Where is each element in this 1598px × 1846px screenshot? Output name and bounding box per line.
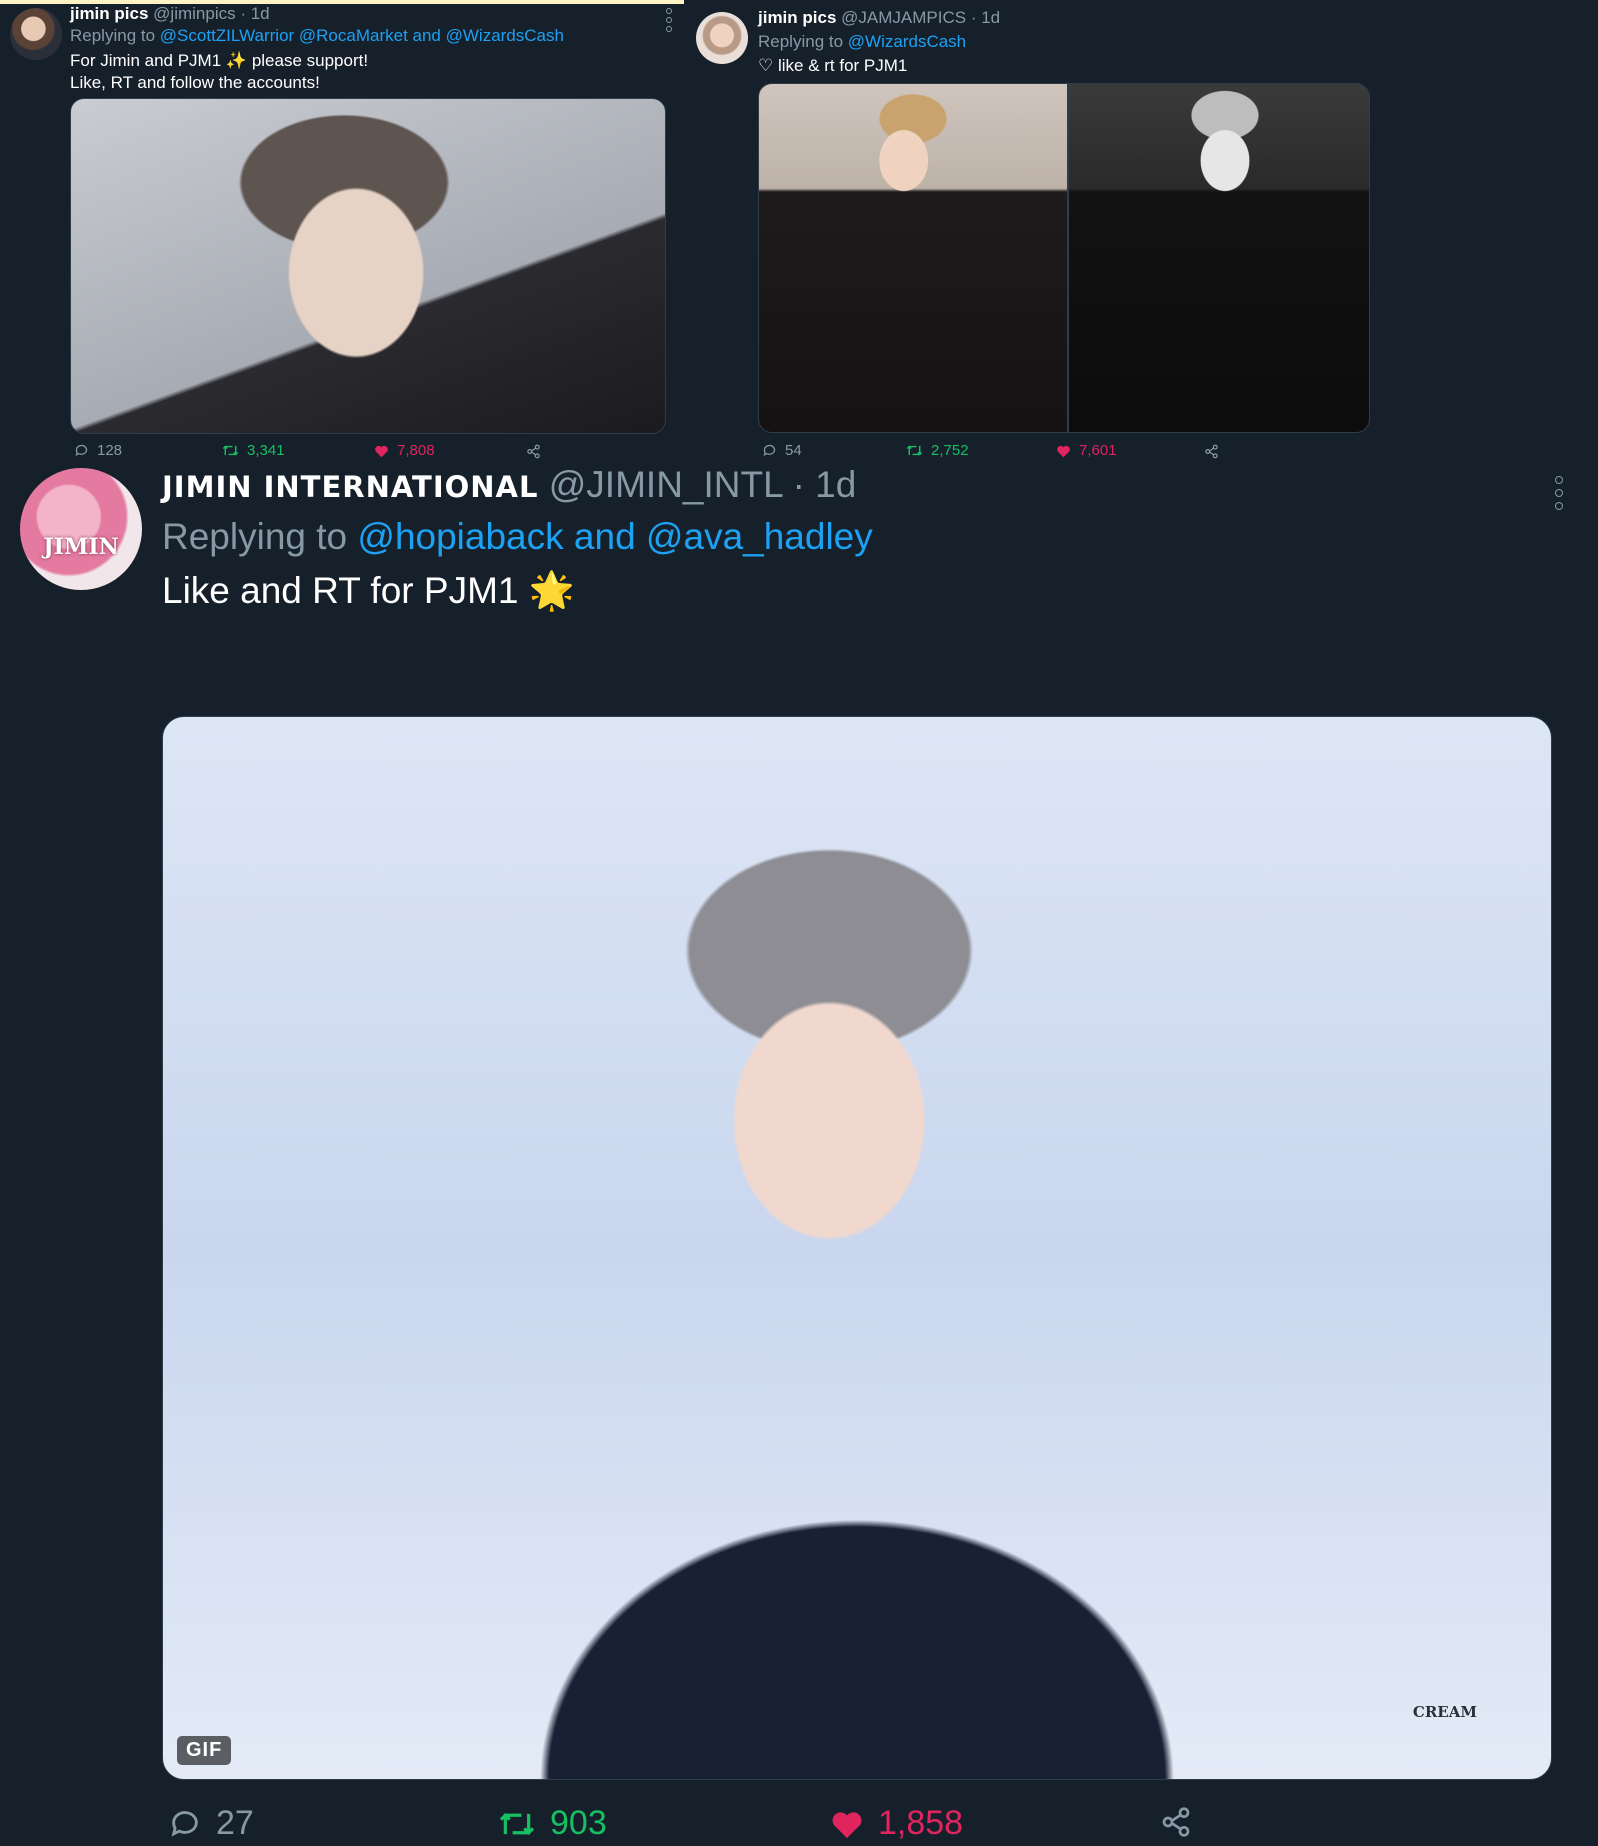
replying-to: Replying to @ScottZILWarrior @RocaMarket…	[70, 26, 564, 46]
retweet-button[interactable]: 3,341	[222, 442, 285, 459]
more-icon[interactable]	[666, 8, 672, 32]
heart-icon	[1057, 445, 1070, 457]
heart-icon	[375, 445, 388, 457]
tweet-text: ♡ like & rt for PJM1	[758, 56, 907, 76]
like-button[interactable]: 7,808	[374, 442, 435, 459]
timestamp[interactable]: · 1d	[793, 464, 857, 505]
retweet-count: 2,752	[931, 442, 969, 459]
timestamp[interactable]: · 1d	[240, 4, 269, 23]
more-icon[interactable]	[1555, 476, 1563, 510]
heart-icon	[832, 1811, 862, 1838]
replying-to: Replying to @hopiaback and @ava_hadley	[162, 516, 873, 558]
avatar-logo-text: JIMIN	[43, 534, 119, 560]
tweet-header: jimin pics @jiminpics · 1d	[70, 4, 270, 24]
sparkles-icon: ✨	[225, 51, 248, 70]
retweet-icon	[906, 445, 923, 456]
like-count: 7,808	[397, 442, 435, 459]
reply-icon	[763, 444, 776, 457]
share-button[interactable]	[1160, 1806, 1192, 1838]
tweet-text-part: For Jimin and PJM1	[70, 51, 222, 70]
avatar[interactable]: JIMIN	[20, 468, 142, 590]
reply-count: 27	[216, 1804, 254, 1842]
avatar[interactable]	[10, 8, 62, 60]
mentions-link[interactable]: @hopiaback and @ava_hadley	[357, 516, 872, 557]
reply-button[interactable]: 54	[762, 442, 802, 459]
display-name[interactable]: jimin pics	[70, 4, 148, 23]
display-name[interactable]: jimin pics	[758, 8, 836, 27]
retweet-count: 903	[550, 1804, 607, 1842]
reply-button[interactable]: 27	[168, 1804, 254, 1843]
tweet-text-line: ♡ like & rt for PJM1	[758, 56, 908, 75]
tweet-1[interactable]: jimin pics @jiminpics · 1d Replying to @…	[0, 0, 684, 470]
like-count: 1,858	[878, 1804, 964, 1842]
user-handle[interactable]: @JIMIN_INTL	[549, 464, 783, 505]
display-name[interactable]: JIMIN INTERNATIONAL	[162, 470, 538, 504]
tweet-2[interactable]: jimin pics @JAMJAMPICS · 1d Replying to …	[684, 0, 1598, 470]
share-icon	[1205, 444, 1218, 459]
tweet-header: jimin pics @JAMJAMPICS · 1d	[758, 8, 1000, 28]
gif-badge: GIF	[177, 1736, 232, 1765]
tweet-text-line: Like and RT for PJM1	[162, 570, 519, 611]
retweet-button[interactable]: 2,752	[906, 442, 969, 459]
user-handle[interactable]: @JAMJAMPICS	[841, 8, 966, 27]
mentions-link[interactable]: @WizardsCash	[848, 32, 966, 51]
tweet-photo-right[interactable]	[1068, 83, 1370, 433]
replying-to: Replying to @WizardsCash	[758, 32, 966, 52]
reply-icon	[171, 1810, 198, 1837]
watermark-text: CREAM	[1412, 1703, 1477, 1721]
user-handle[interactable]: @jiminpics	[153, 4, 235, 23]
avatar[interactable]	[696, 12, 748, 64]
timestamp[interactable]: · 1d	[971, 8, 1000, 27]
retweet-count: 3,341	[247, 442, 285, 459]
reply-count: 128	[97, 442, 123, 459]
share-icon	[527, 444, 540, 459]
retweet-icon	[222, 445, 239, 456]
reply-count: 54	[785, 442, 802, 459]
tweet-text-part: please support!	[251, 51, 369, 70]
reply-icon	[75, 444, 88, 457]
share-button[interactable]	[1204, 444, 1219, 459]
like-button[interactable]: 7,601	[1056, 442, 1117, 459]
sun-icon: 🌟	[528, 570, 575, 611]
retweet-icon	[499, 1812, 535, 1835]
tweet-photo-left[interactable]	[758, 83, 1068, 433]
share-button[interactable]	[526, 444, 541, 459]
tweet-photo[interactable]	[70, 98, 666, 434]
like-button[interactable]: 1,858	[830, 1804, 963, 1843]
mentions-link[interactable]: @ScottZILWarrior @RocaMarket and @Wizard…	[160, 26, 564, 45]
share-icon	[1162, 1807, 1190, 1837]
replying-prefix: Replying to	[70, 26, 156, 45]
tweet-text: For Jimin and PJM1 ✨ please support! Lik…	[70, 50, 368, 94]
like-count: 7,601	[1079, 442, 1117, 459]
tweet-3[interactable]: JIMIN JIMIN INTERNATIONAL @JIMIN_INTL · …	[0, 464, 1598, 1846]
replying-prefix: Replying to	[162, 516, 348, 557]
tweet-text-line: Like, RT and follow the accounts!	[70, 73, 320, 92]
reply-button[interactable]: 128	[74, 442, 122, 459]
replying-prefix: Replying to	[758, 32, 844, 51]
tweet-header: JIMIN INTERNATIONAL @JIMIN_INTL · 1d	[162, 464, 856, 506]
tweet-text: Like and RT for PJM1 🌟	[162, 570, 575, 613]
retweet-button[interactable]: 903	[498, 1804, 607, 1843]
tweet-gif[interactable]: GIF CREAM	[162, 716, 1552, 1780]
